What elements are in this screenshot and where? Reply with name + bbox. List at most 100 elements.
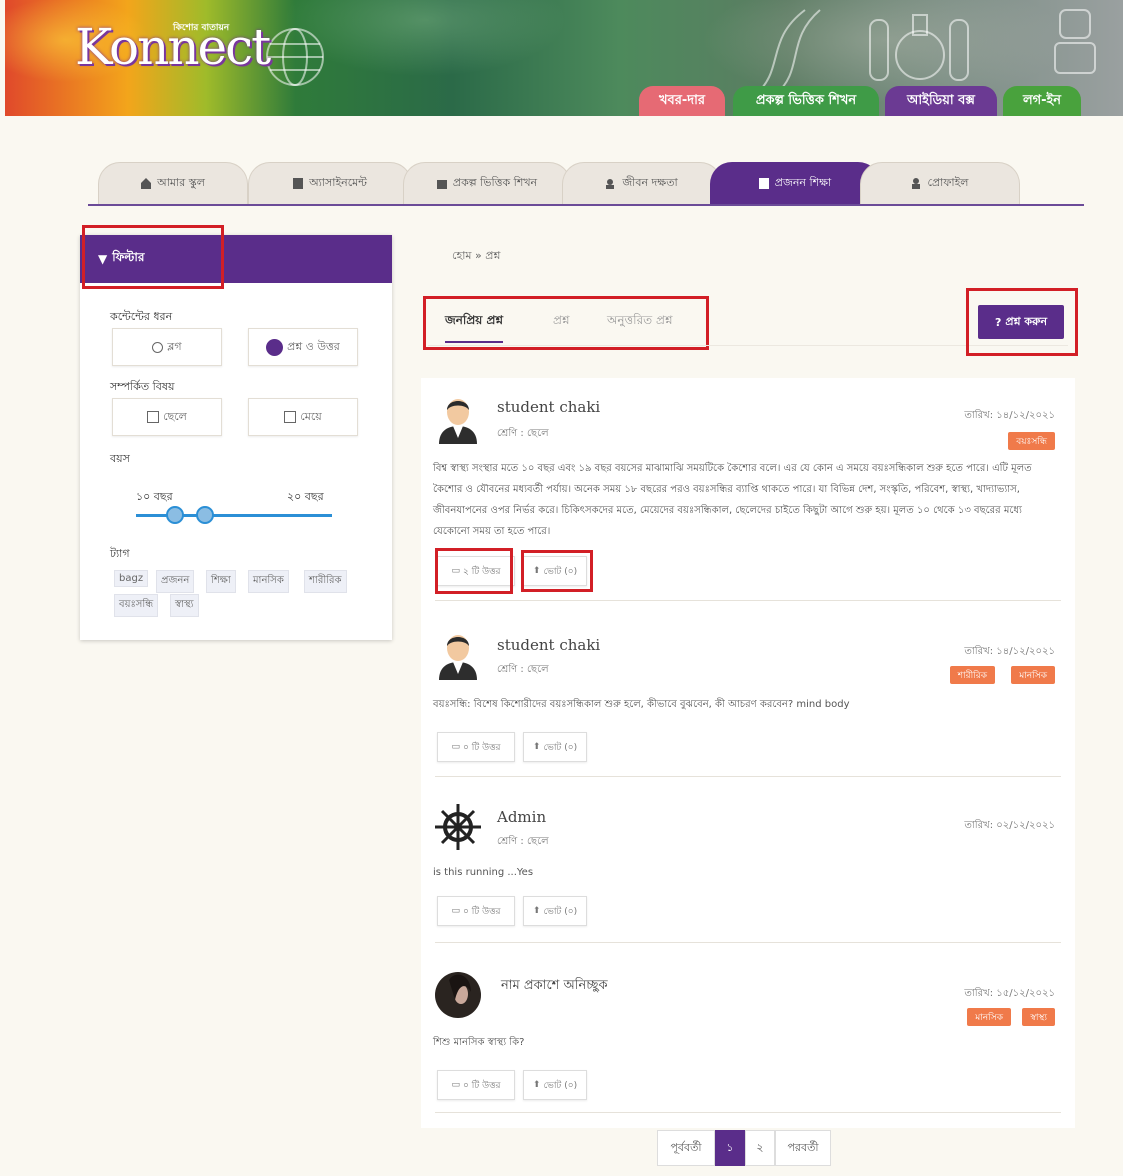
highlight-box (521, 550, 593, 592)
radio-icon (152, 341, 164, 353)
male-avatar (439, 399, 477, 444)
next-page-button[interactable]: পরবর্তী (775, 1130, 831, 1166)
arrow-up-icon: ⬆ (532, 906, 541, 916)
tag-badge[interactable]: মানসিক (967, 1008, 1011, 1026)
tab-label: প্রজনন শিক্ষা (774, 176, 832, 189)
nav-idea-box[interactable]: আইডিয়া বক্স (885, 86, 997, 116)
age-max: ২০ বছর (287, 490, 324, 503)
age-label: বয়স (110, 452, 130, 465)
post-body: বয়ঃসন্ধি: বিশেষ কিশোরীদের বয়ঃসন্ধিকাল … (433, 699, 850, 710)
author-class: শ্রেণি : ছেলে (497, 836, 549, 847)
post-date: তারিখ: ১৪/১২/২০২১ (964, 410, 1055, 421)
nav-login[interactable]: লগ-ইন (1003, 86, 1081, 116)
robot-icon (1054, 9, 1096, 74)
highlight-box (82, 225, 224, 289)
book-icon (758, 178, 769, 189)
female-avatar (435, 972, 481, 1018)
tab-project-learning[interactable]: প্রকল্প ভিত্তিক শিখন (403, 162, 571, 204)
post-date: তারিখ: ১৪/১২/২০২১ (964, 646, 1055, 657)
radio-selected-icon (266, 338, 284, 356)
option-girl[interactable]: মেয়ে (248, 398, 358, 436)
profile-icon (911, 178, 921, 189)
tag-badge[interactable]: শারীরিক (949, 666, 995, 684)
site-banner: কিশোর বাতায়ন Konnect খবর-দার প্রকল্প ভি… (5, 0, 1123, 116)
tab-label: প্রোফাইল (927, 176, 969, 189)
breadcrumb: হোম » প্রশ্ন (452, 249, 501, 262)
option-label: ছেলে (163, 409, 187, 423)
highlight-box (435, 548, 513, 594)
answers-button[interactable]: ▭ ০ টি উত্তর (437, 732, 515, 762)
arrow-up-icon: ⬆ (532, 742, 541, 752)
tag-chip[interactable]: bagz (114, 570, 149, 587)
author-name: student chaki (497, 636, 601, 654)
option-qa[interactable]: প্রশ্ন ও উত্তর (248, 328, 358, 366)
comment-icon: ▭ (451, 742, 461, 752)
vote-button[interactable]: ⬆ ভোট (০) (523, 732, 587, 762)
checkbox-icon (284, 411, 297, 423)
tag-badge[interactable]: বয়ঃসন্ধি (1008, 432, 1055, 450)
checkbox-icon (147, 411, 160, 423)
highlight-box (423, 296, 709, 350)
tab-assignment[interactable]: অ্যাসাইনমেন্ট (248, 162, 412, 204)
tab-label: প্রকল্প ভিত্তিক শিখন (452, 176, 538, 189)
tag-chip[interactable]: শিক্ষা (206, 570, 236, 593)
tag-chip[interactable]: শারীরিক (304, 570, 347, 593)
divider (435, 1112, 1061, 1113)
option-blog[interactable]: ব্লগ (112, 328, 222, 366)
dna-icon (754, 9, 821, 96)
tags-label: ট্যাগ (110, 547, 130, 560)
prev-page-button[interactable]: পূর্ববর্তী (657, 1130, 715, 1166)
option-label: মেয়ে (300, 409, 322, 423)
divider (435, 942, 1061, 943)
age-slider-max-handle[interactable] (196, 506, 214, 524)
vote-button[interactable]: ⬆ ভোট (০) (523, 1070, 587, 1100)
tab-label: আমার স্কুল (157, 176, 205, 189)
tab-profile[interactable]: প্রোফাইল (860, 162, 1020, 204)
comment-icon: ▭ (451, 1080, 461, 1090)
tag-chip[interactable]: প্রজনন (156, 570, 195, 593)
content-type-label: কন্টেন্টের ধরন (110, 310, 173, 323)
tab-life-skill[interactable]: জীবন দক্ষতা (562, 162, 722, 204)
divider (435, 776, 1061, 777)
tag-chip[interactable]: স্বাস্থ্য (170, 594, 199, 617)
age-slider-min-handle[interactable] (166, 506, 184, 524)
tab-label: অ্যাসাইনমেন্ট (309, 176, 367, 189)
divider (435, 600, 1061, 601)
tab-label: জীবন দক্ষতা (622, 176, 678, 189)
highlight-box (966, 288, 1078, 356)
tag-badge[interactable]: স্বাস্থ্য (1022, 1008, 1055, 1026)
pagination: পূর্ববর্তী ১ ২ পরবর্তী (657, 1130, 831, 1166)
author-name: নাম প্রকাশে অনিচ্ছুক (501, 978, 608, 993)
page-1-button[interactable]: ১ (715, 1130, 745, 1166)
arrow-up-icon: ⬆ (532, 1080, 541, 1090)
tag-chip[interactable]: বয়ঃসন্ধি (114, 594, 159, 617)
tab-my-school[interactable]: আমার স্কুল (98, 162, 248, 204)
answers-button[interactable]: ▭ ০ টি উত্তর (437, 896, 515, 926)
vote-button[interactable]: ⬆ ভোট (০) (523, 896, 587, 926)
konnect-logo[interactable]: Konnect (75, 18, 271, 76)
life-skill-icon (606, 178, 616, 189)
male-avatar (439, 635, 477, 680)
option-label: প্রশ্ন ও উত্তর (287, 339, 340, 353)
nav-khobordar[interactable]: খবর-দার (639, 86, 725, 116)
nav-project-learning[interactable]: প্রকল্প ভিত্তিক শিখন (733, 86, 879, 116)
tag-badge[interactable]: মানসিক (1011, 666, 1055, 684)
author-class: শ্রেণি : ছেলে (497, 664, 549, 675)
post-body: বিশ্ব স্বাস্থ্য সংস্থার মতে ১০ বছর এবং ১… (433, 463, 1032, 537)
post-body: is this running ...Yes (433, 867, 534, 878)
tag-chip[interactable]: মানসিক (248, 570, 289, 593)
answers-button[interactable]: ▭ ০ টি উত্তর (437, 1070, 515, 1100)
section-tabs: আমার স্কুল অ্যাসাইনমেন্ট প্রকল্প ভিত্তিক… (88, 160, 1084, 206)
post-date: তারিখ: ১৫/১২/২০২১ (964, 988, 1055, 999)
page-2-button[interactable]: ২ (745, 1130, 775, 1166)
author-name: student chaki (497, 398, 601, 416)
project-icon (436, 178, 447, 189)
author-name: Admin (497, 808, 547, 826)
question-list: student chaki শ্রেণি : ছেলে তারিখ: ১৪/১২… (421, 378, 1075, 1128)
age-min: ১০ বছর (136, 490, 173, 503)
helm-icon (435, 804, 481, 850)
option-boy[interactable]: ছেলে (112, 398, 222, 436)
option-label: ব্লগ (167, 339, 182, 353)
globe-icon (266, 28, 324, 86)
tab-reproductive-education[interactable]: প্রজনন শিক্ষা (710, 162, 880, 204)
